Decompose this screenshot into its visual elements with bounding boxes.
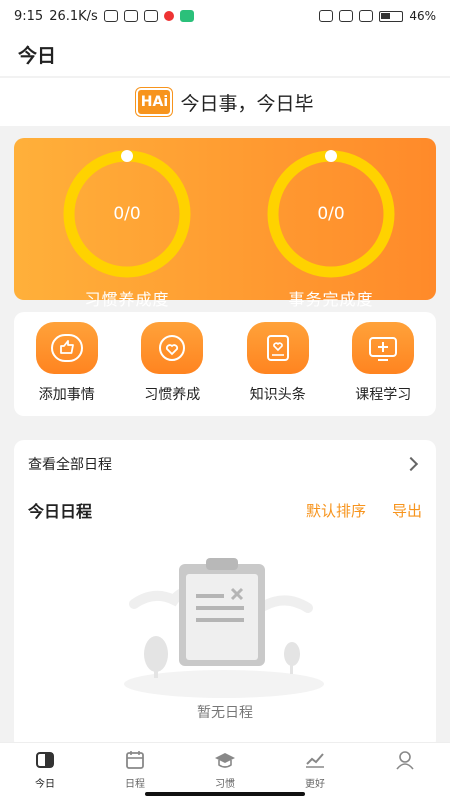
- notebook-heart-icon: [246, 322, 309, 374]
- bell-off-icon: [103, 10, 118, 22]
- habit-progress-label: 习惯养成度: [84, 290, 170, 309]
- progress-card: 0/0 习惯养成度 0/0 事务完成度: [14, 138, 436, 309]
- slogan-banner: HAi 今日事，今日毕: [0, 78, 450, 126]
- battery-level: 46%: [409, 9, 436, 23]
- page-header: 今日: [0, 32, 450, 76]
- battery-icon: [379, 10, 404, 22]
- tab-today[interactable]: 今日: [0, 743, 90, 800]
- heart-people-icon: [141, 322, 204, 374]
- tab-profile[interactable]: [360, 743, 450, 800]
- tab-habit-label: 习惯: [215, 779, 235, 790]
- calendar-icon: [126, 751, 144, 769]
- signal-icon: [319, 10, 334, 22]
- chevron-right-icon: [403, 456, 419, 472]
- tab-today-label: 今日: [35, 779, 55, 790]
- slogan-text: 今日事，今日毕: [180, 92, 314, 115]
- app-notification-icon: [179, 10, 194, 22]
- today-schedule-title: 今日日程: [28, 502, 93, 521]
- home-indicator[interactable]: [145, 792, 305, 796]
- profile-icon: [396, 751, 414, 770]
- view-all-schedule-label: 查看全部日程: [28, 457, 112, 473]
- hai-logo: HAi: [136, 88, 173, 116]
- course-learning-label: 课程学习: [355, 387, 412, 403]
- graduation-cap-icon: [215, 753, 235, 768]
- trend-chart-icon: [306, 753, 324, 768]
- knowledge-headlines-label: 知识头条: [249, 387, 306, 403]
- alarm-icon: [123, 10, 138, 22]
- task-progress[interactable]: 0/0 事务完成度: [246, 148, 416, 310]
- empty-schedule: 暂无日程: [14, 532, 436, 732]
- status-time: 9:15: [14, 8, 44, 24]
- habit-build-label: 习惯养成: [144, 387, 201, 403]
- today-icon: [36, 752, 54, 768]
- habit-progress[interactable]: 0/0 习惯养成度: [42, 148, 212, 310]
- knowledge-headlines-button[interactable]: 知识头条: [225, 312, 331, 416]
- today-schedule-header: 今日日程 默认排序 导出: [14, 488, 436, 532]
- empty-clipboard-icon: [124, 558, 324, 698]
- wifi-icon: [359, 10, 374, 22]
- course-learning-button[interactable]: 课程学习: [331, 312, 437, 416]
- plus-screen-icon: [352, 322, 415, 374]
- tab-better-label: 更好: [305, 779, 325, 790]
- task-progress-label: 事务完成度: [288, 290, 374, 309]
- schedule-card: 查看全部日程 今日日程 默认排序 导出 暂无日程: [14, 440, 436, 750]
- view-all-schedule-link[interactable]: 查看全部日程: [14, 440, 436, 488]
- status-net-speed: 26.1K/s: [49, 8, 98, 24]
- tab-schedule-label: 日程: [125, 779, 145, 790]
- empty-schedule-text: 暂无日程: [197, 705, 253, 721]
- signal-2-icon: [339, 10, 354, 22]
- map-pin-icon: [163, 11, 174, 21]
- add-task-label: 添加事情: [38, 387, 95, 403]
- nfc-icon: [143, 10, 158, 22]
- quick-actions: 添加事情 习惯养成 知识头条 课程学习: [14, 312, 436, 416]
- thumbs-up-icon: [35, 322, 98, 374]
- export-button[interactable]: 导出: [392, 500, 422, 521]
- habit-build-button[interactable]: 习惯养成: [120, 312, 226, 416]
- default-sort-button[interactable]: 默认排序: [306, 500, 366, 521]
- page-title: 今日: [18, 44, 57, 67]
- task-progress-value: 0/0: [317, 204, 345, 224]
- habit-progress-value: 0/0: [113, 204, 141, 224]
- add-task-button[interactable]: 添加事情: [14, 312, 120, 416]
- status-bar: 9:15 26.1K/s 46%: [0, 0, 450, 32]
